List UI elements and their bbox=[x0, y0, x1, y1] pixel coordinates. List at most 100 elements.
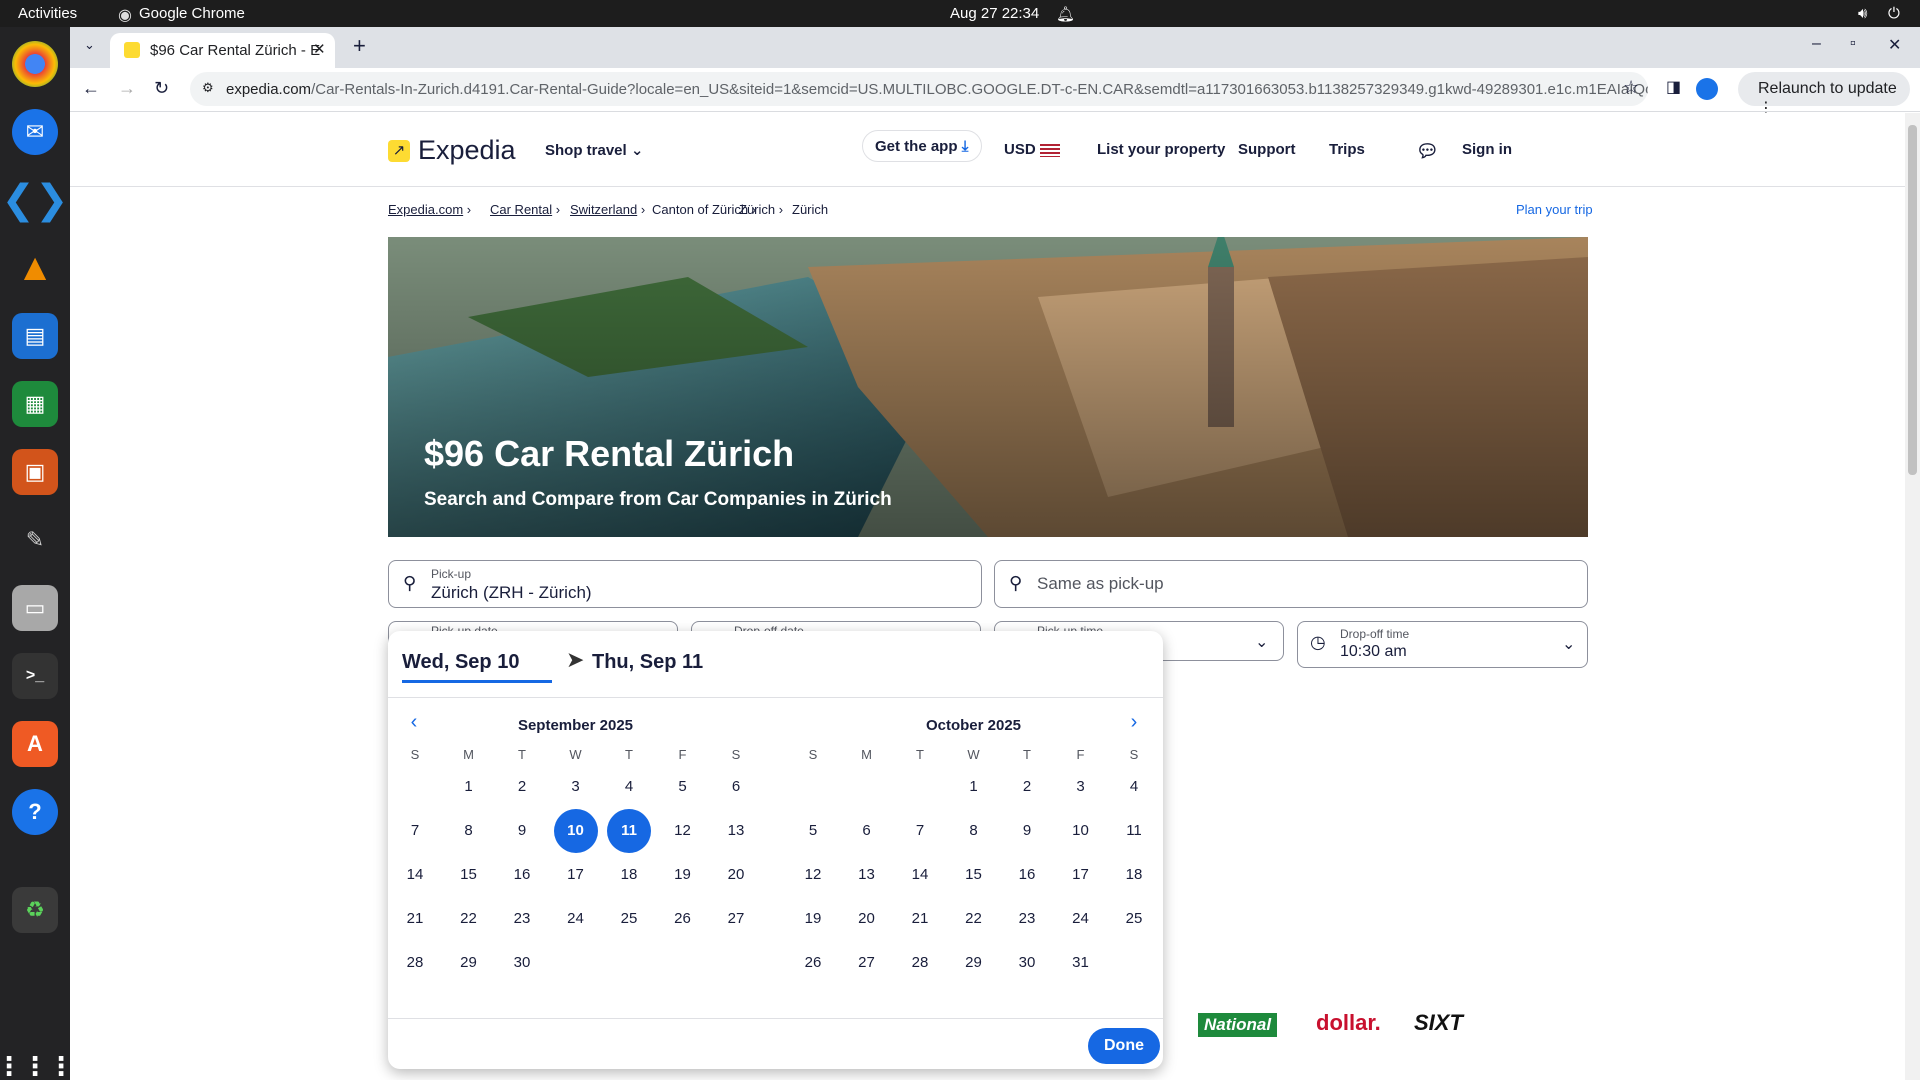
side-panel-icon[interactable]: ◨ bbox=[1666, 77, 1681, 97]
calendar-day[interactable]: 7 bbox=[898, 809, 942, 853]
close-window-icon[interactable]: ✕ bbox=[1888, 35, 1901, 55]
trash-icon[interactable]: ♻ bbox=[12, 887, 58, 933]
sign-in-link[interactable]: Sign in bbox=[1462, 141, 1512, 158]
calendar-day[interactable]: 27 bbox=[845, 941, 889, 985]
support-link[interactable]: Support bbox=[1238, 141, 1296, 158]
calendar-day[interactable]: 1 bbox=[952, 765, 996, 809]
writer-icon[interactable]: ▤ bbox=[12, 313, 58, 359]
vlc-icon[interactable]: ▲ bbox=[12, 245, 58, 291]
terminal-icon[interactable]: >_ bbox=[12, 653, 58, 699]
plan-trip-link[interactable]: Plan your trip bbox=[1516, 202, 1593, 217]
calendar-day[interactable]: 6 bbox=[845, 809, 889, 853]
messages-icon[interactable]: 💬︎ bbox=[1416, 141, 1439, 162]
relaunch-button[interactable]: Relaunch to update ⋮ bbox=[1738, 72, 1910, 117]
calendar-day[interactable]: 6 bbox=[714, 765, 758, 809]
app-name[interactable]: Google Chrome bbox=[139, 5, 245, 22]
calendar-day[interactable]: 11 bbox=[1112, 809, 1156, 853]
calendar-day[interactable]: 25 bbox=[607, 897, 651, 941]
calendar-day[interactable]: 4 bbox=[607, 765, 651, 809]
calendar-day[interactable]: 17 bbox=[554, 853, 598, 897]
calendar-day[interactable]: 1 bbox=[447, 765, 491, 809]
list-property-link[interactable]: List your property bbox=[1097, 141, 1225, 158]
calendar-day[interactable]: 27 bbox=[714, 897, 758, 941]
breadcrumb-switzerland[interactable]: Switzerland bbox=[570, 202, 637, 217]
calendar-day[interactable]: 5 bbox=[661, 765, 705, 809]
calendar-day[interactable]: 30 bbox=[500, 941, 544, 985]
software-center-icon[interactable]: A bbox=[12, 721, 58, 767]
calendar-day[interactable]: 18 bbox=[1112, 853, 1156, 897]
gimp-icon[interactable]: ✎ bbox=[12, 517, 58, 563]
profile-avatar[interactable] bbox=[1696, 78, 1718, 100]
calendar-day[interactable]: 21 bbox=[898, 897, 942, 941]
dropoff-location-field[interactable]: ⚲ Same as pick-up bbox=[994, 560, 1588, 608]
calendar-day[interactable]: 28 bbox=[393, 941, 437, 985]
breadcrumb-expedia[interactable]: Expedia.com bbox=[388, 202, 463, 217]
calendar-day[interactable]: 29 bbox=[952, 941, 996, 985]
calendar-day[interactable]: 24 bbox=[1059, 897, 1103, 941]
calendar-day[interactable]: 14 bbox=[393, 853, 437, 897]
calendar-day[interactable]: 4 bbox=[1112, 765, 1156, 809]
browser-tab[interactable]: $96 Car Rental Zürich - E ✕ bbox=[110, 33, 335, 68]
calendar-day[interactable]: 9 bbox=[1005, 809, 1049, 853]
calendar-day[interactable]: 28 bbox=[898, 941, 942, 985]
calendar-day[interactable]: 8 bbox=[952, 809, 996, 853]
calendar-day[interactable]: 20 bbox=[714, 853, 758, 897]
thunderbird-icon[interactable]: ✉ bbox=[12, 109, 58, 155]
calendar-day[interactable]: 25 bbox=[1112, 897, 1156, 941]
currency-selector[interactable]: USD bbox=[1004, 141, 1060, 158]
forward-icon[interactable]: → bbox=[118, 78, 136, 99]
calendar-day[interactable]: 24 bbox=[554, 897, 598, 941]
calendar-day[interactable]: 13 bbox=[714, 809, 758, 853]
calendar-day[interactable]: 29 bbox=[447, 941, 491, 985]
clock[interactable]: Aug 27 22:34 bbox=[950, 5, 1039, 22]
site-info-icon[interactable]: ⚙ bbox=[202, 80, 214, 96]
pickup-location-field[interactable]: ⚲ Pick-up Zürich (ZRH - Zürich) bbox=[388, 560, 982, 608]
calendar-day[interactable]: 23 bbox=[500, 897, 544, 941]
calendar-day[interactable]: 26 bbox=[661, 897, 705, 941]
scrollbar-thumb[interactable] bbox=[1908, 125, 1917, 475]
calendar-day[interactable]: 10 bbox=[1059, 809, 1103, 853]
maximize-icon[interactable]: ▫ bbox=[1850, 35, 1856, 53]
breadcrumb-car-rental[interactable]: Car Rental bbox=[490, 202, 552, 217]
calendar-day[interactable]: 13 bbox=[845, 853, 889, 897]
calendar-day[interactable]: 3 bbox=[554, 765, 598, 809]
calendar-day[interactable]: 15 bbox=[447, 853, 491, 897]
calendar-day[interactable]: 31 bbox=[1059, 941, 1103, 985]
calendar-day[interactable]: 7 bbox=[393, 809, 437, 853]
page-scrollbar[interactable] bbox=[1905, 113, 1920, 1080]
minimize-icon[interactable]: – bbox=[1812, 35, 1821, 53]
calendar-day[interactable]: 26 bbox=[791, 941, 835, 985]
calendar-day[interactable]: 12 bbox=[791, 853, 835, 897]
calendar-day[interactable]: 12 bbox=[661, 809, 705, 853]
calendar-day[interactable]: 14 bbox=[898, 853, 942, 897]
chrome-dock-icon[interactable] bbox=[12, 41, 58, 87]
help-icon[interactable]: ? bbox=[12, 789, 58, 835]
vscode-icon[interactable]: ❮❯ bbox=[1, 177, 68, 223]
calendar-day[interactable]: 17 bbox=[1059, 853, 1103, 897]
app-grid-icon[interactable]: ⋮⋮⋮ bbox=[0, 1043, 74, 1080]
shop-travel-menu[interactable]: Shop travel ⌄ bbox=[545, 141, 643, 159]
calendar-day[interactable]: 5 bbox=[791, 809, 835, 853]
calendar-day[interactable]: 3 bbox=[1059, 765, 1103, 809]
calendar-day[interactable]: 2 bbox=[500, 765, 544, 809]
done-button[interactable]: Done bbox=[1088, 1028, 1160, 1064]
dropoff-time-field[interactable]: ◷ Drop-off time 10:30 am ⌄ bbox=[1297, 621, 1588, 668]
calendar-day[interactable]: 16 bbox=[1005, 853, 1049, 897]
calendar-day[interactable]: 18 bbox=[607, 853, 651, 897]
calendar-day[interactable]: 20 bbox=[845, 897, 889, 941]
calendar-day[interactable]: 9 bbox=[500, 809, 544, 853]
address-bar[interactable]: ⚙ expedia.com/Car-Rentals-In-Zurich.d419… bbox=[190, 72, 1648, 106]
volume-icon[interactable]: 🔊︎ bbox=[1858, 5, 1867, 22]
close-tab-icon[interactable]: ✕ bbox=[313, 40, 326, 58]
calendar-day-selected[interactable]: 10 bbox=[553, 809, 598, 853]
get-app-button[interactable]: Get the app ⤓ bbox=[862, 130, 982, 162]
back-icon[interactable]: ← bbox=[82, 78, 100, 99]
calendar-day-selected[interactable]: 11 bbox=[607, 809, 651, 853]
expedia-logo[interactable]: Expedia bbox=[418, 135, 516, 166]
impress-icon[interactable]: ▣ bbox=[12, 449, 58, 495]
bookmark-star-icon[interactable]: ☆ bbox=[1623, 77, 1639, 98]
calendar-day[interactable]: 23 bbox=[1005, 897, 1049, 941]
calendar-day[interactable]: 19 bbox=[791, 897, 835, 941]
calendar-day[interactable]: 16 bbox=[500, 853, 544, 897]
power-icon[interactable]: ⏻ bbox=[1888, 5, 1900, 22]
